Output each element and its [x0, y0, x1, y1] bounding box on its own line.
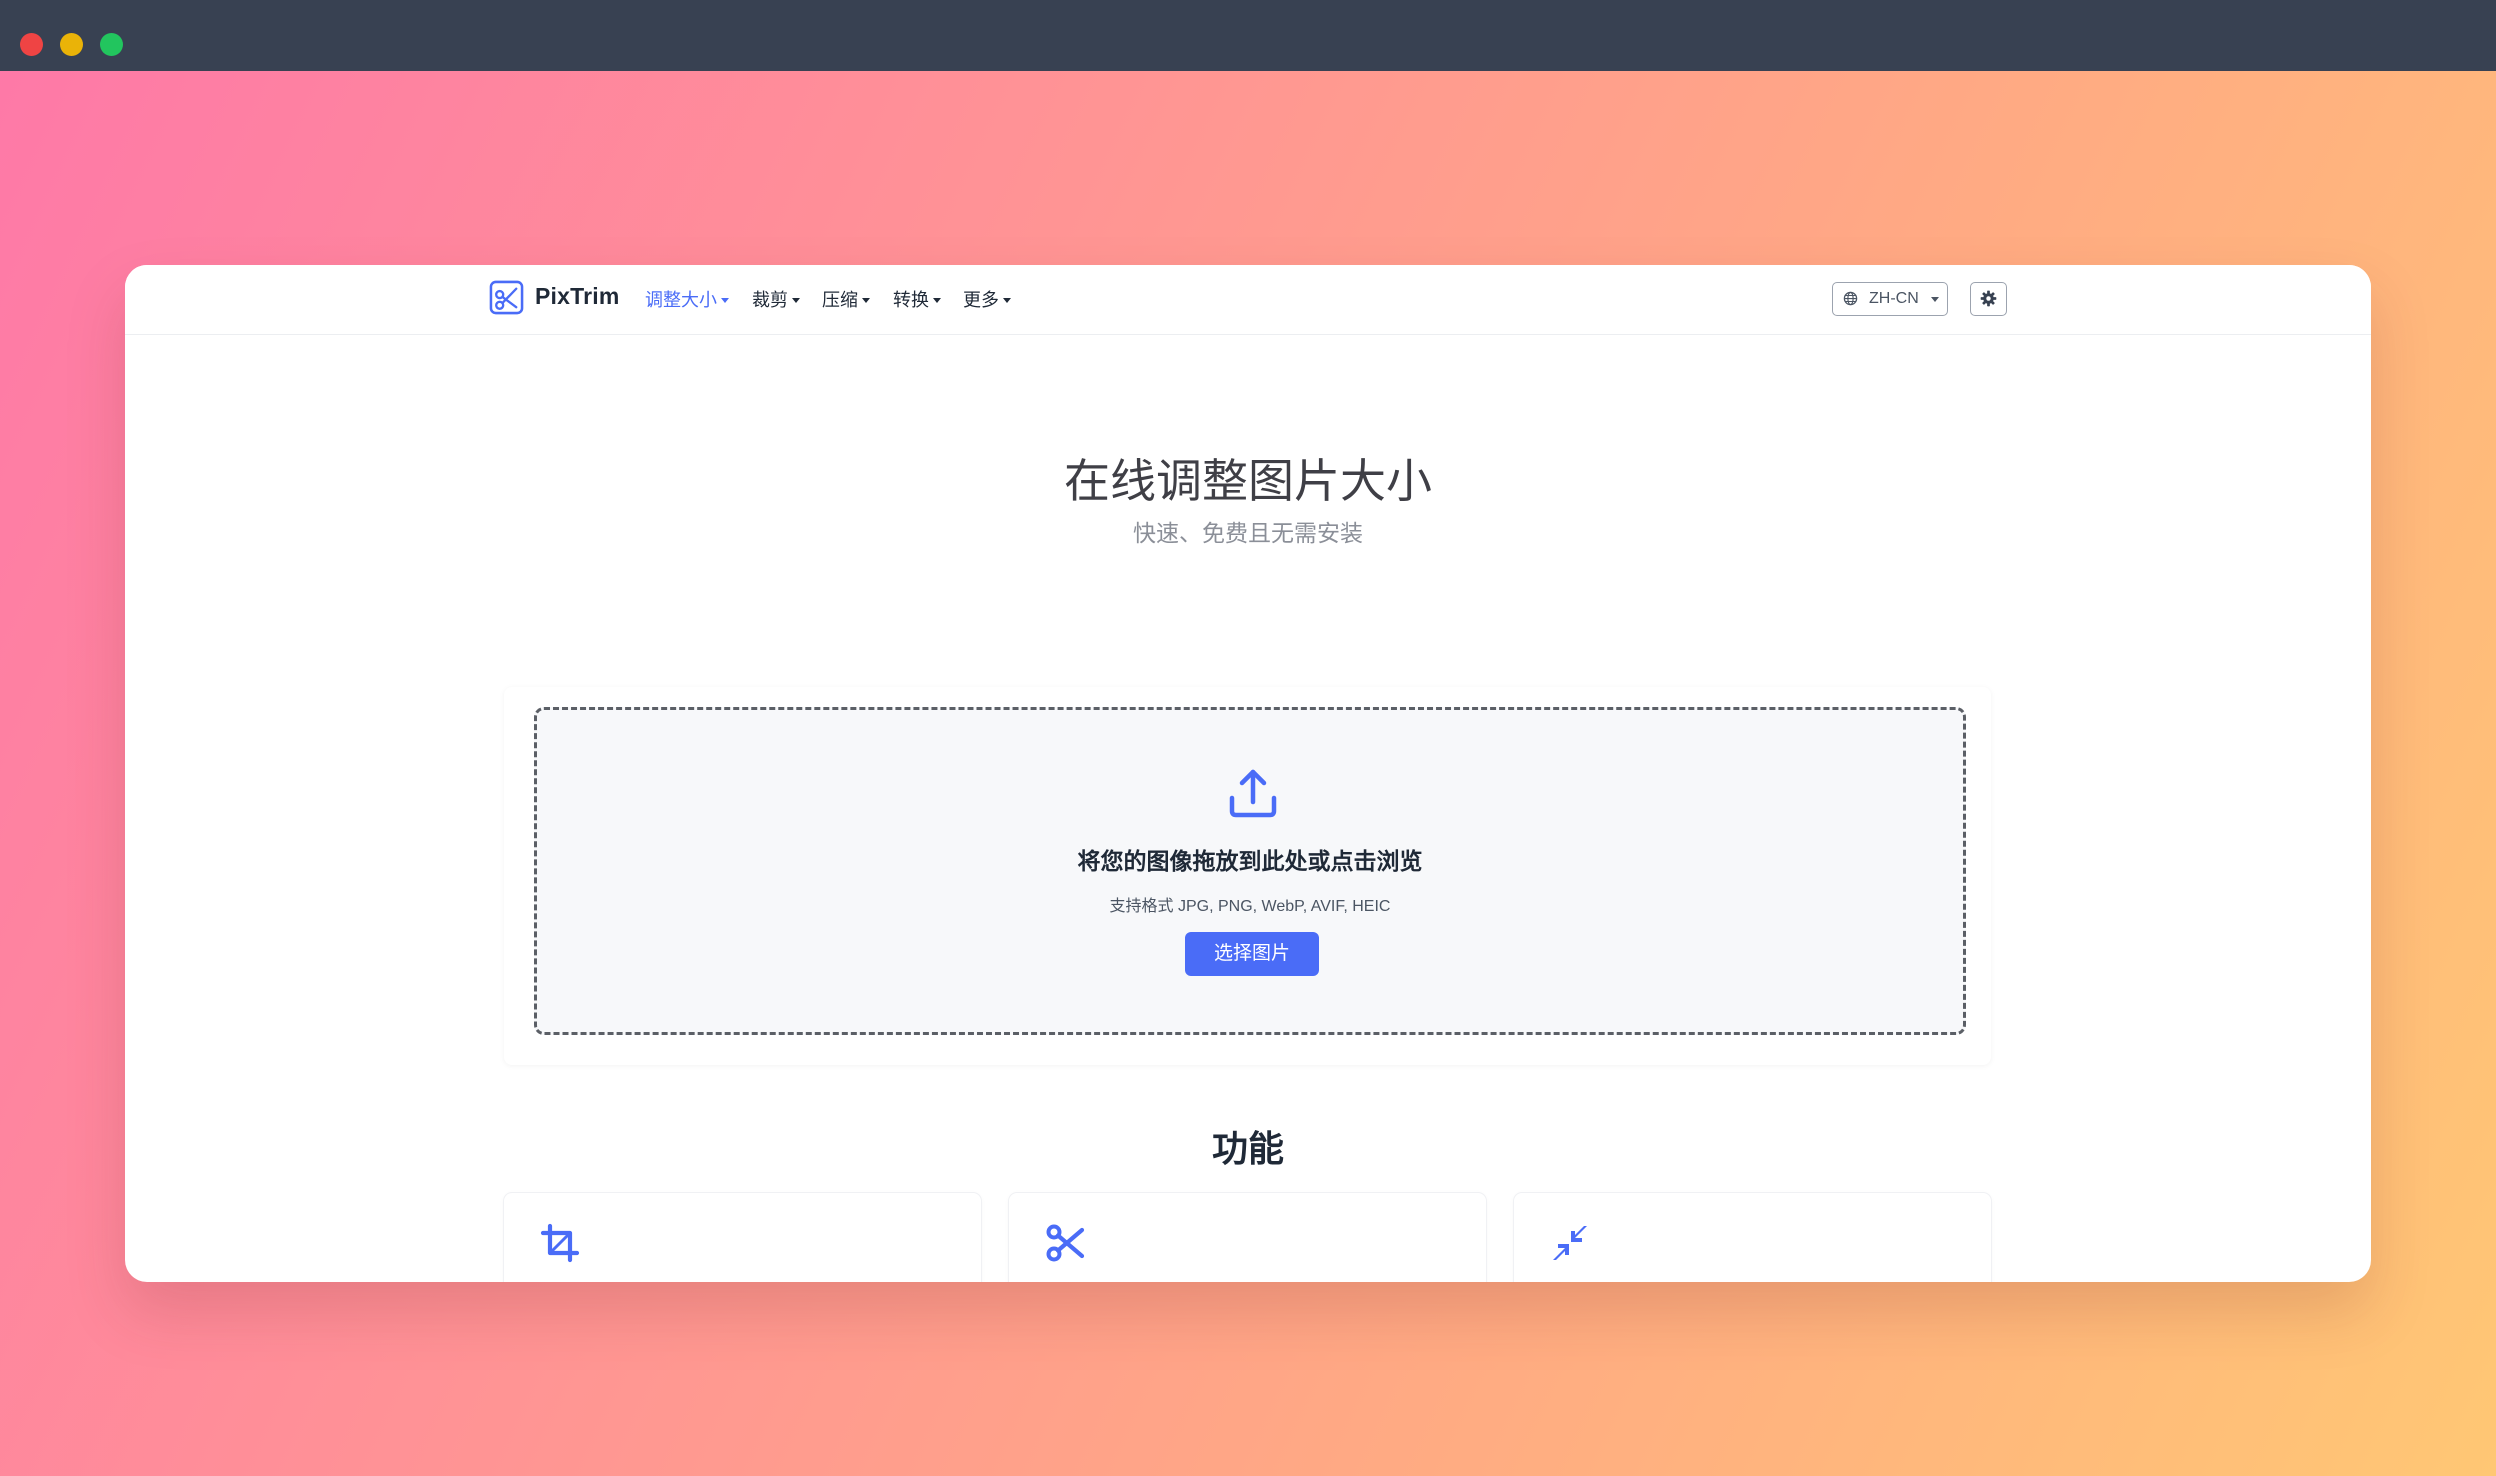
feature-card-cut[interactable]	[1009, 1193, 1486, 1282]
nav-item-label: 更多	[963, 290, 999, 310]
caret-down-icon	[792, 298, 800, 303]
upload-icon	[1229, 769, 1277, 818]
page-title: 在线调整图片大小	[1064, 455, 1432, 507]
close-window-button[interactable]	[20, 33, 43, 56]
compress-icon	[1553, 1226, 1587, 1260]
image-dropzone[interactable]: 将您的图像拖放到此处或点击浏览 支持格式 JPG, PNG, WebP, AVI…	[534, 707, 1966, 1035]
feature-card-compress[interactable]	[1514, 1193, 1991, 1282]
caret-down-icon	[933, 298, 941, 303]
top-navbar: PixTrim 调整大小 裁剪 压缩 转换 更多 ZH-CN	[125, 265, 2371, 335]
scissors-icon	[1046, 1224, 1085, 1262]
maximize-window-button[interactable]	[100, 33, 123, 56]
crop-icon	[540, 1223, 580, 1263]
nav-item-label: 转换	[893, 290, 929, 310]
language-value: ZH-CN	[1869, 290, 1919, 307]
nav-item-compress[interactable]: 压缩	[822, 286, 870, 312]
caret-down-icon	[862, 298, 870, 303]
caret-down-icon	[1003, 298, 1011, 303]
nav-item-label: 裁剪	[752, 290, 788, 310]
dropzone-title: 将您的图像拖放到此处或点击浏览	[1077, 848, 1423, 874]
feature-card-crop[interactable]	[504, 1193, 981, 1282]
browser-window: PixTrim 调整大小 裁剪 压缩 转换 更多 ZH-CN 在线调整图片大小 …	[125, 265, 2371, 1282]
scissors-logo-icon[interactable]	[489, 280, 524, 315]
upload-card: 将您的图像拖放到此处或点击浏览 支持格式 JPG, PNG, WebP, AVI…	[504, 687, 1991, 1065]
nav-item-convert[interactable]: 转换	[893, 286, 941, 312]
choose-image-button[interactable]: 选择图片	[1185, 932, 1319, 976]
features-heading: 功能	[1211, 1128, 1284, 1169]
settings-button[interactable]	[1970, 282, 2007, 316]
supported-formats: 支持格式 JPG, PNG, WebP, AVIF, HEIC	[1109, 898, 1391, 915]
minimize-window-button[interactable]	[60, 33, 83, 56]
nav-item-more[interactable]: 更多	[963, 286, 1011, 312]
globe-icon	[1843, 291, 1858, 306]
window-titlebar	[0, 0, 2496, 71]
nav-item-label: 调整大小	[645, 290, 717, 310]
nav-item-label: 压缩	[822, 290, 858, 310]
page-subtitle: 快速、免费且无需安装	[1133, 520, 1363, 546]
nav-item-resize[interactable]: 调整大小	[645, 286, 729, 312]
language-select[interactable]: ZH-CN	[1832, 282, 1948, 316]
brand-name[interactable]: PixTrim	[535, 283, 620, 310]
caret-down-icon	[721, 298, 729, 303]
gear-icon	[1980, 290, 1997, 307]
nav-item-crop[interactable]: 裁剪	[752, 286, 800, 312]
caret-down-icon	[1931, 297, 1939, 302]
